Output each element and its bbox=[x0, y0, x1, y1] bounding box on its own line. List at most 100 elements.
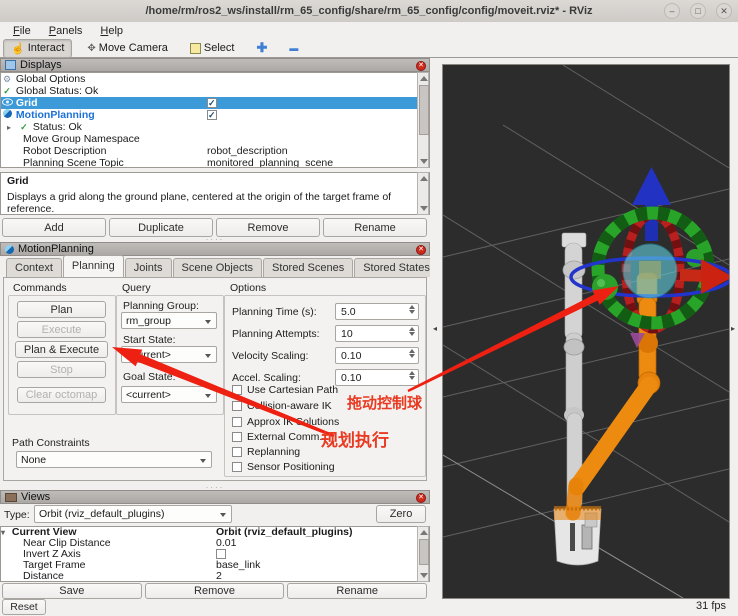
menu-panels[interactable]: Panels bbox=[40, 25, 92, 37]
expander-icon[interactable]: ▾ bbox=[1, 527, 9, 538]
hand-icon: ☝ bbox=[11, 42, 25, 55]
chevron-down-icon bbox=[205, 393, 211, 398]
tab-planning[interactable]: Planning bbox=[62, 255, 124, 277]
reset-button[interactable]: Reset bbox=[2, 599, 46, 615]
views-type-combo[interactable]: Orbit (rviz_default_plugins) bbox=[34, 505, 232, 523]
duplicate-button[interactable]: Duplicate bbox=[109, 218, 213, 237]
stop-button[interactable]: Stop bbox=[17, 361, 106, 378]
planning-time-label: Planning Time (s): bbox=[232, 306, 317, 318]
spinner-arrows-icon bbox=[409, 349, 415, 358]
toolbar: ☝ Interact ✥ Move Camera Select ✚ ▬ bbox=[0, 38, 738, 58]
tree-row-value[interactable]: 0.01 bbox=[216, 538, 236, 549]
motionplanning-close-icon[interactable]: ✕ bbox=[416, 245, 426, 255]
displays-close-icon[interactable]: ✕ bbox=[416, 61, 426, 71]
path-constraints-combo[interactable]: None bbox=[16, 451, 212, 468]
sensor-positioning-row[interactable]: Sensor Positioning bbox=[232, 461, 335, 473]
collision-aware-ik-row[interactable]: Collision-aware IK bbox=[232, 400, 332, 412]
views-close-icon[interactable]: ✕ bbox=[416, 493, 426, 503]
window-title: /home/rm/ros2_ws/install/rm_65_config/sh… bbox=[145, 5, 593, 17]
description-scrollbar[interactable] bbox=[417, 172, 429, 215]
tree-row-global-options[interactable]: ⚙ Global Options bbox=[1, 73, 429, 85]
accel-scaling-spinbox[interactable]: 0.10 bbox=[335, 369, 419, 386]
tree-row-label: Global Options bbox=[15, 73, 86, 85]
collision-aware-ik-checkbox[interactable] bbox=[232, 401, 242, 411]
tree-row-distance[interactable]: Distance 2 bbox=[1, 571, 429, 582]
motionplanning-enabled-checkbox[interactable] bbox=[207, 109, 217, 121]
displays-panel-header[interactable]: Displays ✕ bbox=[0, 58, 430, 72]
tab-joints[interactable]: Joints bbox=[124, 258, 172, 277]
replanning-checkbox[interactable] bbox=[232, 447, 242, 457]
clear-octomap-button[interactable]: Clear octomap bbox=[17, 387, 106, 403]
tree-row-planning-scene-topic[interactable]: Planning Scene Topic monitored_planning_… bbox=[1, 157, 429, 167]
zoom-in-tool-button[interactable]: ✚ bbox=[249, 40, 274, 57]
rename-button[interactable]: Rename bbox=[323, 218, 427, 237]
use-cartesian-path-row[interactable]: Use Cartesian Path bbox=[232, 384, 338, 396]
splitter-collapse-right-icon[interactable]: ▸ bbox=[731, 324, 735, 333]
velocity-scaling-spinbox[interactable]: 0.10 bbox=[335, 347, 419, 364]
z-arrow-head bbox=[632, 167, 671, 205]
views-scrollbar[interactable] bbox=[417, 526, 429, 582]
remove-button[interactable]: Remove bbox=[216, 218, 320, 237]
tab-scene-objects[interactable]: Scene Objects bbox=[172, 258, 263, 277]
tree-row-robot-description[interactable]: Robot Description robot_description bbox=[1, 145, 429, 157]
motionplanning-title: MotionPlanning bbox=[18, 243, 94, 255]
menu-help[interactable]: Help bbox=[91, 25, 132, 37]
menubar: File Panels Help bbox=[0, 22, 738, 39]
save-button[interactable]: Save bbox=[2, 583, 142, 599]
planning-time-spinbox[interactable]: 5.0 bbox=[335, 303, 419, 320]
move-camera-tool-button[interactable]: ✥ Move Camera bbox=[80, 40, 174, 57]
minimize-button[interactable]: – bbox=[664, 3, 680, 19]
motionplanning-panel-header[interactable]: MotionPlanning ✕ bbox=[0, 242, 430, 256]
planning-attempts-spinbox[interactable]: 10 bbox=[335, 325, 419, 342]
use-cartesian-path-checkbox[interactable] bbox=[232, 385, 242, 395]
goal-state-combo[interactable]: <current> bbox=[121, 386, 217, 403]
invert-z-checkbox[interactable] bbox=[216, 549, 226, 560]
menu-file[interactable]: File bbox=[4, 25, 40, 37]
displays-scrollbar[interactable] bbox=[417, 72, 429, 168]
external-comm-checkbox[interactable] bbox=[232, 432, 242, 442]
tree-row-value[interactable]: monitored_planning_scene bbox=[207, 157, 333, 167]
add-button[interactable]: Add bbox=[2, 218, 106, 237]
render-viewport[interactable] bbox=[442, 64, 733, 599]
close-button[interactable]: ✕ bbox=[716, 3, 732, 19]
select-tool-button[interactable]: Select bbox=[183, 40, 242, 57]
tree-row-value[interactable]: robot_description bbox=[207, 145, 288, 157]
replanning-row[interactable]: Replanning bbox=[232, 446, 300, 458]
plan-and-execute-button[interactable]: Plan & Execute bbox=[15, 341, 108, 358]
maximize-button[interactable]: □ bbox=[690, 3, 706, 19]
tree-row-value[interactable]: 2 bbox=[216, 571, 222, 582]
tree-row-value[interactable]: base_link bbox=[216, 560, 260, 571]
views-remove-button[interactable]: Remove bbox=[144, 583, 285, 599]
tree-row-global-status[interactable]: ✓ Global Status: Ok bbox=[1, 85, 429, 97]
tree-row-status-ok[interactable]: ▸ ✓ Status: Ok bbox=[1, 121, 429, 133]
tab-stored-states[interactable]: Stored States bbox=[354, 258, 439, 277]
execute-button[interactable]: Execute bbox=[17, 321, 106, 338]
approx-ik-solutions-checkbox[interactable] bbox=[232, 417, 242, 427]
start-state-combo[interactable]: <current> bbox=[121, 346, 217, 363]
window-controls: – □ ✕ bbox=[664, 3, 732, 19]
planning-group-combo[interactable]: rm_group bbox=[121, 312, 217, 329]
interact-label: Interact bbox=[27, 42, 65, 54]
interact-tool-button[interactable]: ☝ Interact bbox=[3, 38, 73, 58]
displays-title: Displays bbox=[20, 59, 62, 71]
views-panel-header[interactable]: Views ✕ bbox=[0, 490, 430, 504]
planning-group-value: rm_group bbox=[126, 314, 171, 327]
views-rename-button[interactable]: Rename bbox=[287, 583, 428, 599]
tree-row-move-group-namespace[interactable]: Move Group Namespace bbox=[1, 133, 429, 145]
displays-icon bbox=[5, 60, 16, 70]
tab-context[interactable]: Context bbox=[6, 258, 62, 277]
eye-icon bbox=[1, 97, 13, 109]
tree-row-grid[interactable]: Grid bbox=[1, 97, 429, 109]
tab-stored-scenes[interactable]: Stored Scenes bbox=[263, 258, 354, 277]
zoom-out-tool-button[interactable]: ▬ bbox=[282, 40, 305, 57]
grid-enabled-checkbox[interactable] bbox=[207, 97, 217, 109]
plan-button[interactable]: Plan bbox=[17, 301, 106, 318]
external-comm-row[interactable]: External Comm. bbox=[232, 431, 322, 443]
splitter-collapse-left-icon[interactable]: ◂ bbox=[433, 324, 437, 333]
tree-row-target-frame[interactable]: Target Frame base_link bbox=[1, 560, 429, 571]
tree-row-motionplanning[interactable]: MotionPlanning bbox=[1, 109, 429, 121]
checkbox-label: External Comm. bbox=[247, 431, 323, 443]
motionplanning-icon bbox=[1, 109, 13, 121]
zero-button[interactable]: Zero bbox=[376, 505, 426, 523]
sensor-positioning-checkbox[interactable] bbox=[232, 462, 242, 472]
